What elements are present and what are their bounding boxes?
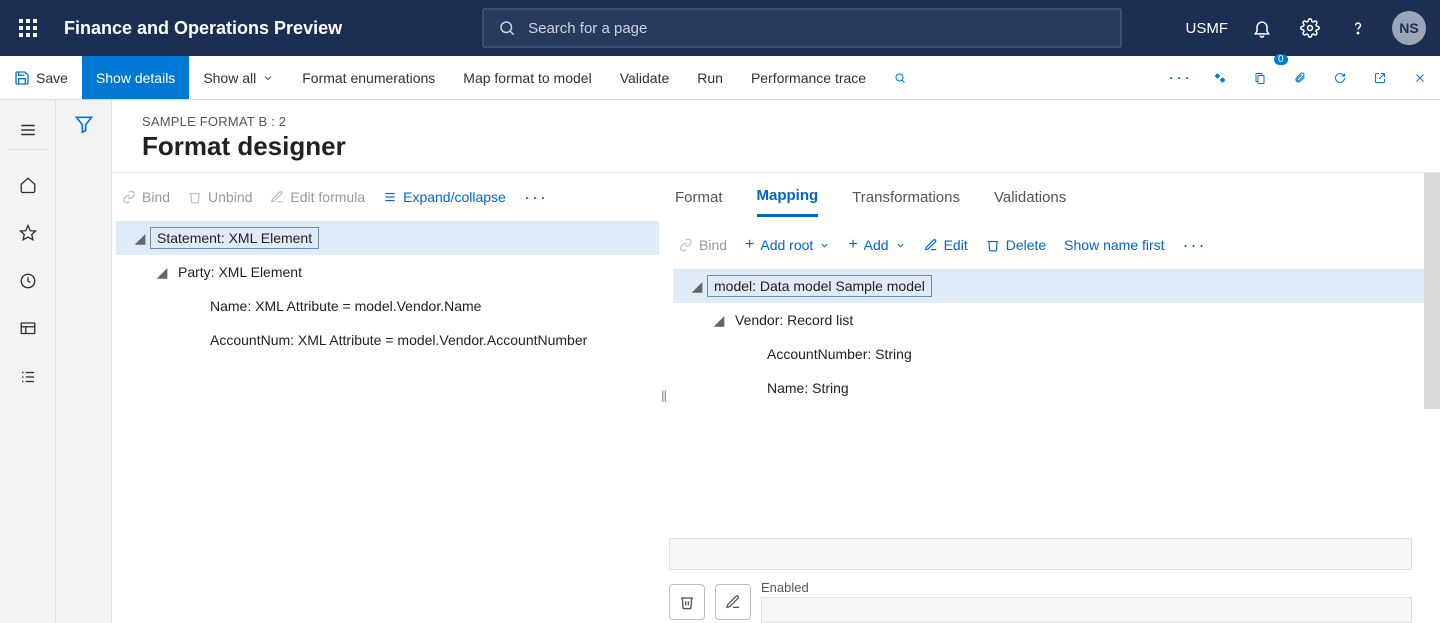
nav-recent-icon[interactable] [8,264,48,298]
tab-format[interactable]: Format [675,179,723,216]
collapse-icon[interactable]: ◢ [687,278,707,295]
breadcrumb: SAMPLE FORMAT B : 2 [142,114,1440,129]
mapping-bind-button[interactable]: Bind [679,237,727,253]
add-root-button[interactable]: +Add root [745,236,830,254]
format-tree-pane: Bind Unbind Edit formula Expand/collapse [112,173,659,623]
performance-trace-button[interactable]: Performance trace [737,56,880,99]
show-name-first-button[interactable]: Show name first [1064,237,1164,253]
save-icon [14,70,30,86]
hamburger-icon[interactable] [8,110,48,150]
node-label: AccountNumber: String [761,344,918,364]
nav-home-icon[interactable] [8,168,48,202]
node-label: Party: XML Element [172,262,308,282]
format-enumerations-button[interactable]: Format enumerations [288,56,449,99]
save-label: Save [36,70,68,86]
node-label: Name: String [761,378,855,398]
notifications-icon[interactable] [1248,14,1276,42]
action-pane: Save Show details Show all Format enumer… [0,56,1440,100]
show-all-button[interactable]: Show all [189,56,288,99]
overflow-icon[interactable]: ··· [1160,56,1200,99]
add-button[interactable]: +Add [848,236,905,254]
collapse-icon[interactable]: ◢ [152,264,172,281]
tab-validations[interactable]: Validations [994,179,1066,216]
chevron-down-icon [895,240,906,251]
node-label: AccountNum: XML Attribute = model.Vendor… [204,330,593,350]
refresh-icon[interactable] [1320,56,1360,99]
enabled-field[interactable] [761,597,1412,623]
page-title: Format designer [142,131,1440,162]
tree-node[interactable]: ◢ Party: XML Element [116,255,659,289]
search-icon [498,19,516,37]
filter-column [56,100,112,623]
app-header: Finance and Operations Preview USMF NS [0,0,1440,56]
settings-icon[interactable] [1296,14,1324,42]
tab-transformations[interactable]: Transformations [852,179,960,216]
nav-favorites-icon[interactable] [8,216,48,250]
node-label: model: Data model Sample model [707,275,932,297]
mapping-tree: ◢ model: Data model Sample model ◢ Vendo… [669,269,1440,405]
collapse-icon[interactable]: ◢ [709,312,729,329]
action-search-icon[interactable] [880,56,920,99]
help-icon[interactable] [1344,14,1372,42]
tree-node[interactable]: Name: String [673,371,1440,405]
expand-collapse-button[interactable]: Expand/collapse [383,189,506,205]
tree-node[interactable]: ◢ Vendor: Record list [673,303,1440,337]
run-button[interactable]: Run [683,56,737,99]
node-label: Vendor: Record list [729,310,859,330]
edit-property-button[interactable] [715,584,751,620]
property-panel: Enabled [669,538,1412,623]
tree-node[interactable]: AccountNum: XML Attribute = model.Vendor… [116,323,659,357]
tree-node[interactable]: Name: XML Attribute = model.Vendor.Name [116,289,659,323]
right-toolbar-overflow[interactable]: ··· [1183,235,1207,256]
company-picker[interactable]: USMF [1186,20,1229,37]
node-label: Statement: XML Element [150,227,319,249]
filter-icon[interactable] [74,114,94,623]
node-label: Name: XML Attribute = model.Vendor.Name [204,296,487,316]
nav-rail [0,100,56,623]
tree-node[interactable]: AccountNumber: String [673,337,1440,371]
scrollbar[interactable] [1424,173,1440,409]
tab-mapping[interactable]: Mapping [757,177,819,217]
edit-button[interactable]: Edit [924,237,968,253]
tree-node[interactable]: ◢ Statement: XML Element [116,221,659,255]
tree-node[interactable]: ◢ model: Data model Sample model [673,269,1440,303]
bind-button[interactable]: Bind [122,189,170,205]
map-format-to-model-button[interactable]: Map format to model [449,56,605,99]
chevron-down-icon [262,72,274,84]
attachments-badge: 0 [1274,54,1288,65]
property-field-top[interactable] [669,538,1412,570]
left-toolbar-overflow[interactable]: ··· [524,187,548,208]
mapping-pane: Format Mapping Transformations Validatio… [669,173,1440,623]
search-input[interactable] [528,20,1106,37]
main-content: SAMPLE FORMAT B : 2 Format designer Bind… [112,100,1440,623]
validate-button[interactable]: Validate [606,56,684,99]
delete-button[interactable]: Delete [986,237,1046,253]
format-tree: ◢ Statement: XML Element ◢ Party: XML El… [112,221,659,357]
enabled-label: Enabled [761,580,1412,595]
show-details-button[interactable]: Show details [82,56,189,99]
global-search[interactable] [482,8,1122,48]
nav-modules-icon[interactable] [8,360,48,394]
popout-icon[interactable] [1360,56,1400,99]
splitter-handle[interactable]: ‖ [659,173,669,623]
app-launcher-icon[interactable] [0,19,56,37]
collapse-icon[interactable]: ◢ [130,230,150,247]
close-icon[interactable] [1400,56,1440,99]
chevron-down-icon [819,240,830,251]
unbind-button[interactable]: Unbind [188,189,252,205]
save-button[interactable]: Save [0,56,82,99]
delete-property-button[interactable] [669,584,705,620]
user-avatar[interactable]: NS [1392,11,1426,45]
attachments-icon[interactable]: 0 [1280,56,1320,99]
app-title: Finance and Operations Preview [56,18,342,39]
edit-formula-button[interactable]: Edit formula [270,189,365,205]
options-icon[interactable] [1200,56,1240,99]
nav-workspaces-icon[interactable] [8,312,48,346]
